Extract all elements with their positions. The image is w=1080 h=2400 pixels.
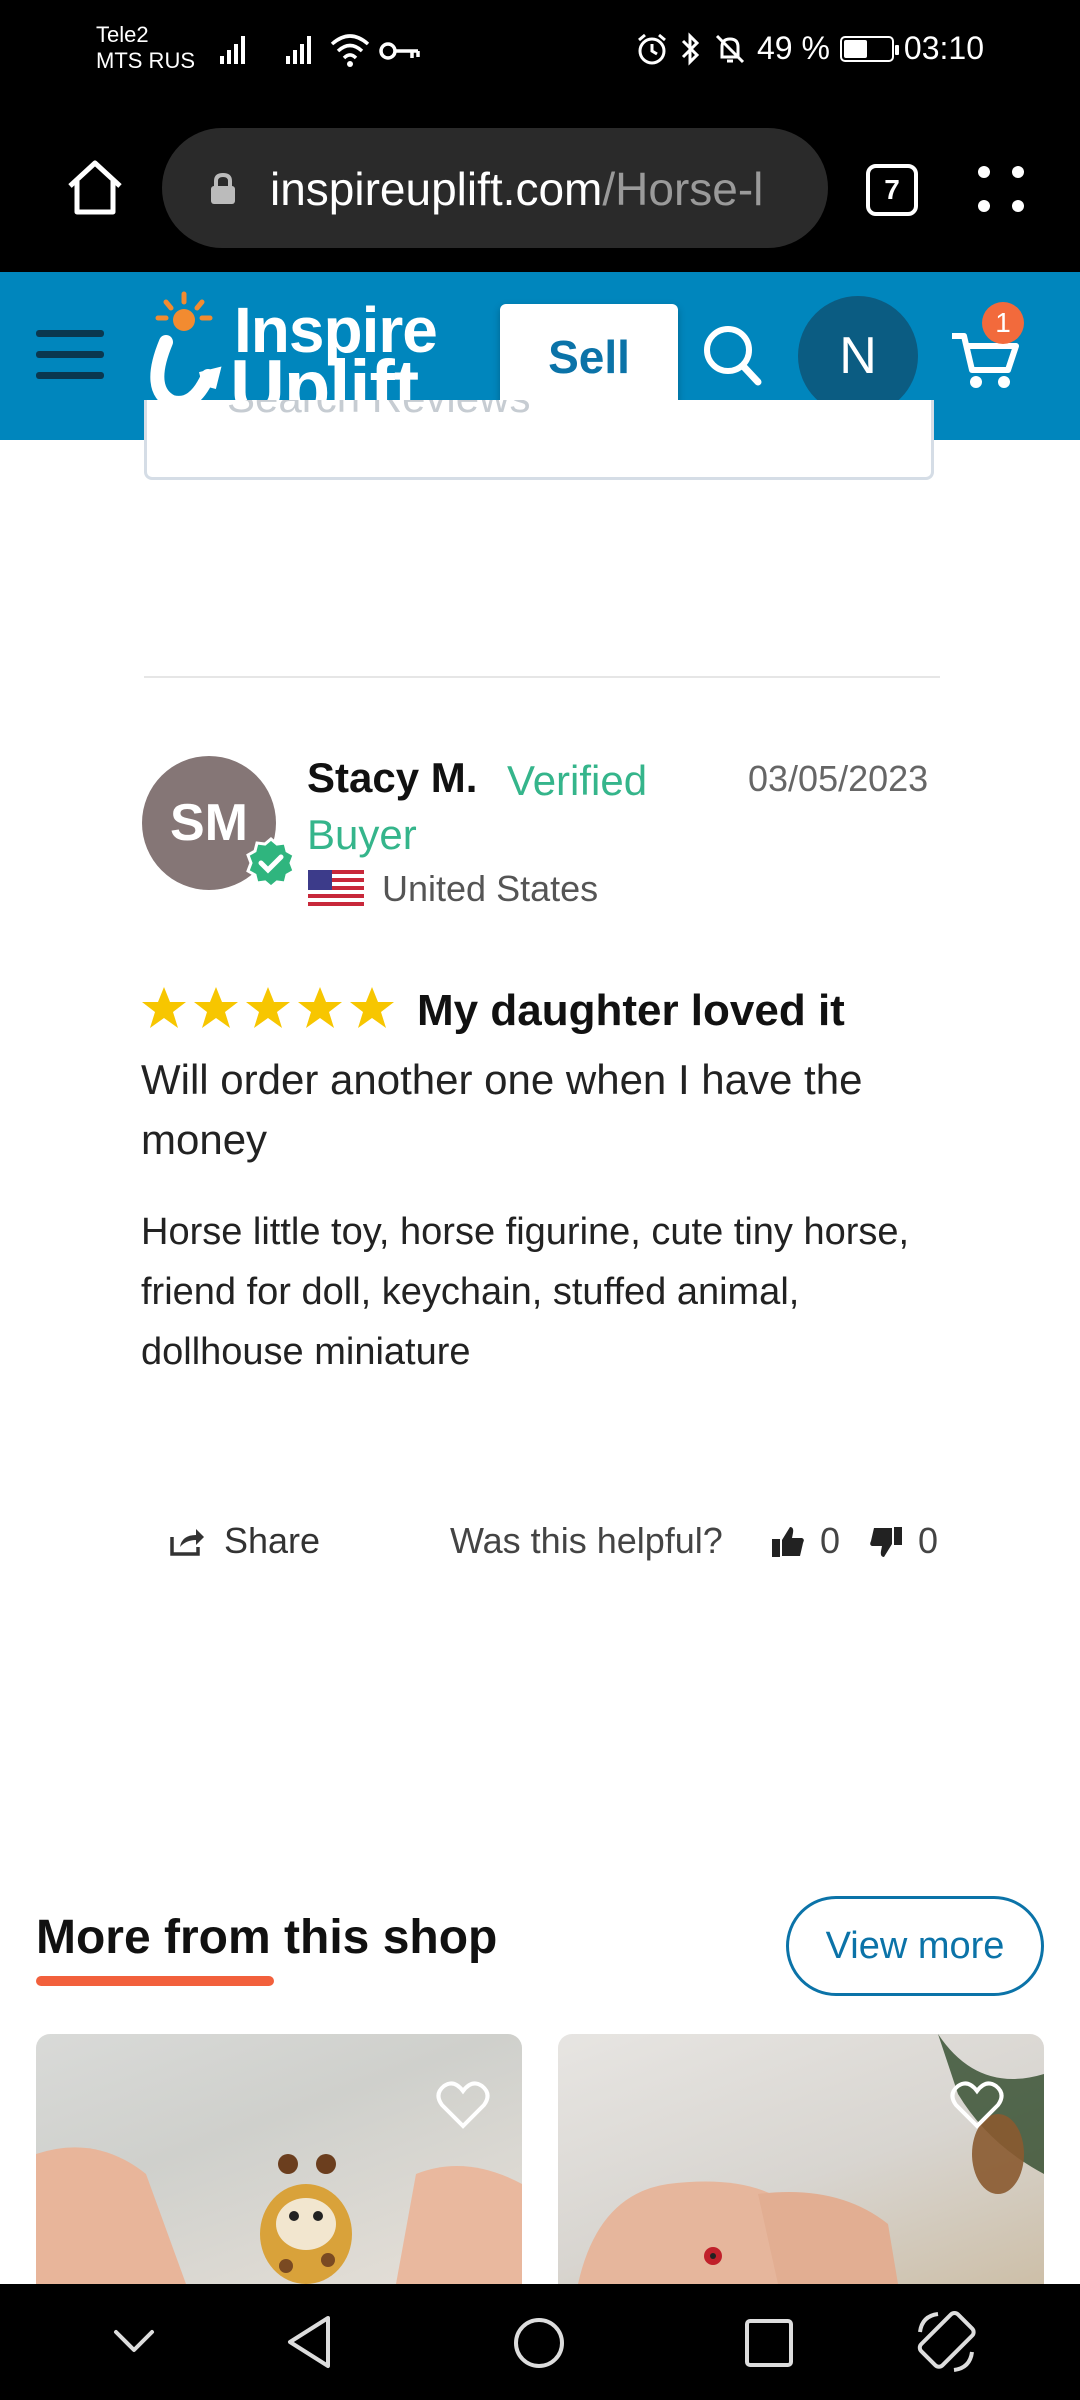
browser-toolbar: inspireuplift.com/Horse-l 7 bbox=[0, 104, 1080, 272]
home-icon[interactable] bbox=[62, 154, 128, 220]
back-icon[interactable] bbox=[284, 2314, 334, 2370]
battery-percent: 49 % bbox=[756, 30, 830, 66]
battery-icon bbox=[839, 35, 899, 62]
clock: 03:10 bbox=[903, 30, 984, 66]
tab-switcher-button[interactable]: 7 bbox=[866, 164, 918, 216]
system-nav-bar bbox=[0, 2284, 1080, 2400]
sell-button[interactable]: Sell bbox=[500, 304, 678, 410]
helpful-up-count: 0 bbox=[820, 1520, 841, 1561]
vpn-key-icon bbox=[379, 42, 420, 60]
hide-keyboard-icon[interactable] bbox=[112, 2326, 156, 2356]
bluetooth-icon bbox=[681, 31, 700, 66]
search-reviews-input[interactable]: Search Reviews bbox=[144, 400, 934, 480]
star-rating bbox=[140, 984, 396, 1032]
product-image bbox=[578, 2034, 1044, 2284]
carrier-info: Tele2 MTS RUS bbox=[96, 22, 195, 74]
lock-icon bbox=[211, 172, 235, 204]
cart-count-badge: 1 bbox=[982, 302, 1024, 344]
review-product-tags: Horse little toy, horse figurine, cute t… bbox=[141, 1211, 910, 1373]
review-title: My daughter loved it bbox=[417, 986, 845, 1035]
star-icon bbox=[142, 987, 186, 1028]
verified-check-icon bbox=[246, 837, 296, 889]
reviewer-name: Stacy M. bbox=[307, 754, 478, 801]
star-icon bbox=[246, 987, 290, 1028]
url-text[interactable]: inspireuplift.com/Horse-l bbox=[270, 162, 763, 216]
carrier-1: Tele2 bbox=[96, 22, 149, 47]
heading-underline bbox=[36, 1976, 274, 1986]
hamburger-menu-icon[interactable] bbox=[36, 330, 104, 380]
review-body: Will order another one when I have the m… bbox=[141, 1056, 863, 1163]
status-right: 49 % 03:10 bbox=[635, 30, 984, 67]
product-card[interactable] bbox=[558, 2034, 1044, 2284]
home-nav-icon[interactable] bbox=[512, 2316, 566, 2370]
favorite-heart-icon[interactable] bbox=[436, 2080, 490, 2130]
address-bar[interactable]: inspireuplift.com/Horse-l bbox=[162, 128, 828, 248]
product-image bbox=[36, 2147, 522, 2284]
helpful-down-count: 0 bbox=[918, 1520, 939, 1561]
user-avatar[interactable]: N bbox=[798, 296, 918, 416]
us-flag-icon bbox=[308, 870, 364, 910]
url-path: /Horse-l bbox=[602, 163, 764, 215]
star-icon bbox=[298, 987, 342, 1028]
thumbs-down-icon[interactable] bbox=[868, 1524, 904, 1560]
signal-icon bbox=[220, 36, 245, 64]
more-from-shop-heading: More from this shop bbox=[36, 1911, 498, 1964]
favorite-heart-icon[interactable] bbox=[950, 2080, 1004, 2130]
share-label: Share bbox=[224, 1520, 321, 1561]
status-bar: Tele2 MTS RUS 49 % 03:10 bbox=[0, 0, 1080, 104]
search-reviews-placeholder: Search Reviews bbox=[227, 400, 530, 422]
reviewer-country: United States bbox=[382, 868, 599, 909]
share-button[interactable]: Share bbox=[168, 1520, 320, 1562]
helpful-label: Was this helpful? bbox=[450, 1520, 723, 1561]
mute-bell-icon bbox=[715, 34, 745, 63]
product-card[interactable] bbox=[36, 2034, 522, 2284]
alarm-icon bbox=[638, 33, 666, 64]
carrier-2: MTS RUS bbox=[96, 48, 195, 73]
star-icon bbox=[194, 987, 238, 1028]
review-date: 03/05/2023 bbox=[748, 758, 929, 799]
rotate-screen-icon[interactable] bbox=[912, 2308, 980, 2376]
thumbs-up-icon[interactable] bbox=[770, 1524, 806, 1560]
divider bbox=[144, 676, 940, 678]
signal-icon-2 bbox=[286, 36, 311, 64]
star-icon bbox=[350, 987, 394, 1028]
browser-menu-icon[interactable] bbox=[978, 166, 1026, 214]
view-more-button[interactable]: View more bbox=[786, 1896, 1044, 1996]
wifi-icon bbox=[330, 34, 370, 67]
url-domain: inspireuplift.com bbox=[270, 163, 603, 215]
share-icon bbox=[170, 1529, 204, 1556]
search-icon[interactable] bbox=[700, 322, 764, 388]
recents-icon[interactable] bbox=[744, 2318, 794, 2368]
